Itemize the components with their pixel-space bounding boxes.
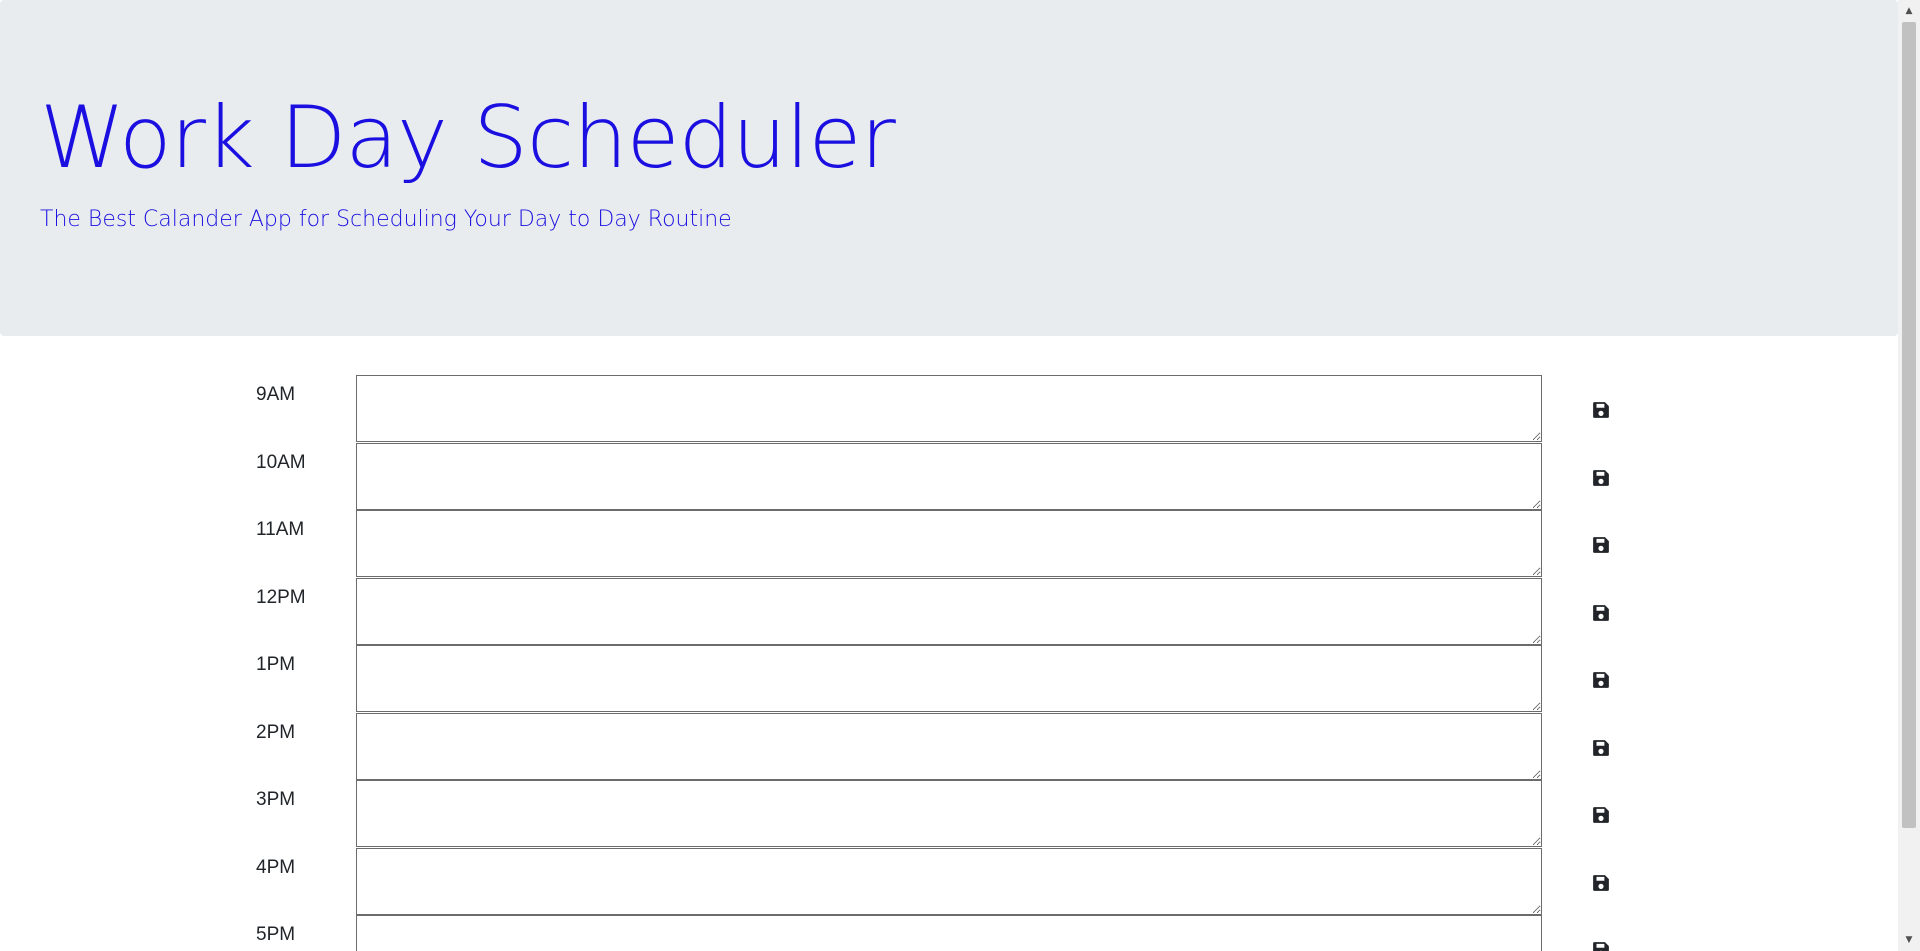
save-icon (1592, 739, 1610, 757)
save-button[interactable] (1584, 798, 1618, 832)
time-block-row: 2PM (0, 712, 1898, 781)
save-button[interactable] (1584, 596, 1618, 630)
save-icon (1592, 469, 1610, 487)
time-block-row: 12PM (0, 577, 1898, 646)
save-button[interactable] (1584, 528, 1618, 562)
time-block-row: 10AM (0, 442, 1898, 511)
save-icon (1592, 806, 1610, 824)
event-description-textarea[interactable] (356, 780, 1542, 847)
header-jumbotron: Work Day Scheduler The Best Calander App… (0, 0, 1898, 336)
hour-label: 12PM (256, 586, 306, 608)
time-block-row: 9AM (0, 375, 1898, 443)
event-description-textarea[interactable] (356, 577, 1542, 645)
save-icon (1592, 401, 1610, 419)
scrollbar-thumb[interactable] (1902, 22, 1916, 828)
save-button[interactable] (1584, 393, 1618, 427)
page-subtitle: The Best Calander App for Scheduling You… (40, 207, 732, 232)
time-block-row: 4PM (0, 847, 1898, 916)
save-button[interactable] (1584, 461, 1618, 495)
event-description-textarea[interactable] (356, 847, 1542, 915)
event-description-textarea[interactable] (356, 915, 1542, 951)
hour-label: 10AM (256, 451, 306, 473)
time-block-row: 3PM (0, 780, 1898, 848)
save-icon (1592, 536, 1610, 554)
time-block-row: 11AM (0, 510, 1898, 578)
save-button[interactable] (1584, 933, 1618, 951)
schedule-container: 9AM 10AM 11AM 12PM 1PM 2PM 3PM 4PM 5PM (0, 375, 1898, 951)
page-title: Work Day Scheduler (40, 88, 896, 188)
save-button[interactable] (1584, 731, 1618, 765)
event-description-textarea[interactable] (356, 645, 1542, 712)
event-description-textarea[interactable] (356, 375, 1542, 442)
event-description-textarea[interactable] (356, 712, 1542, 780)
hour-label: 5PM (256, 924, 296, 945)
save-icon (1592, 604, 1610, 622)
save-button[interactable] (1584, 663, 1618, 697)
time-block-row: 1PM (0, 645, 1898, 713)
hour-label: 1PM (256, 654, 296, 675)
event-description-textarea[interactable] (356, 442, 1542, 510)
event-description-textarea[interactable] (356, 510, 1542, 577)
save-icon (1592, 874, 1610, 892)
time-block-row: 5PM (0, 915, 1898, 951)
hour-label: 4PM (256, 856, 296, 878)
save-button[interactable] (1584, 866, 1618, 900)
scroll-down-arrow-icon[interactable]: ▼ (1898, 931, 1920, 949)
hour-label: 11AM (256, 519, 305, 540)
scroll-up-arrow-icon[interactable]: ▲ (1898, 2, 1920, 20)
vertical-scrollbar[interactable]: ▲ ▼ (1898, 0, 1920, 951)
save-icon (1592, 671, 1610, 689)
hour-label: 2PM (256, 721, 296, 743)
page: Work Day Scheduler The Best Calander App… (0, 0, 1920, 951)
hour-label: 9AM (256, 384, 296, 405)
hour-label: 3PM (256, 789, 296, 810)
save-icon (1592, 941, 1610, 951)
